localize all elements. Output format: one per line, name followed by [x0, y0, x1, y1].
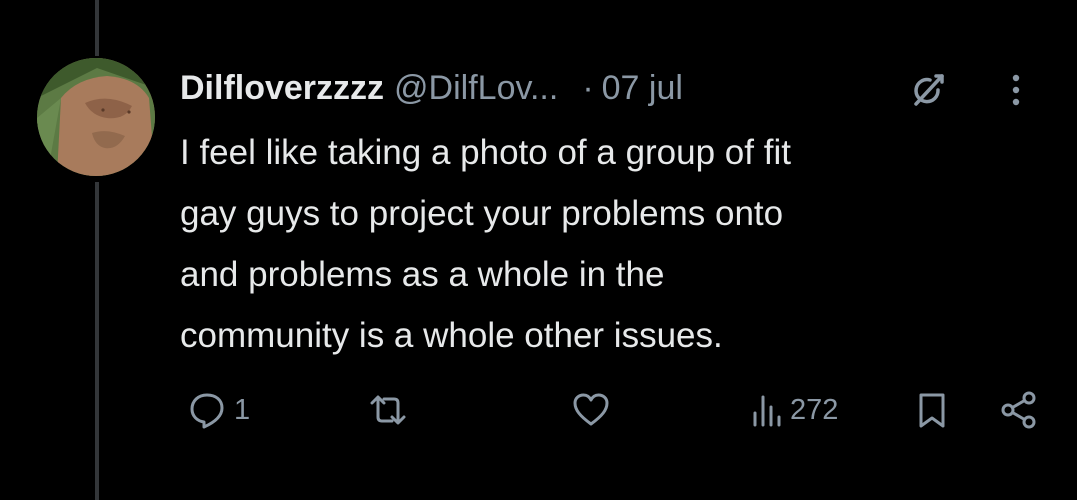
thread-line-top: [95, 0, 99, 56]
share-button[interactable]: [998, 388, 1040, 432]
user-handle[interactable]: @DilfLov...: [394, 69, 558, 108]
views-icon: [753, 395, 781, 427]
bookmark-button[interactable]: [914, 388, 950, 432]
reply-button[interactable]: 1: [186, 388, 250, 432]
reply-count: 1: [234, 393, 251, 426]
avatar[interactable]: [37, 58, 155, 176]
views-count: 272: [790, 393, 839, 426]
views-button[interactable]: 272: [750, 388, 838, 432]
like-icon: [573, 393, 609, 426]
retweet-button[interactable]: [366, 388, 416, 432]
tweet-header: Dilfloverzzzz @DilfLov... · 07 jul: [180, 66, 1050, 110]
thread-line-bottom: [95, 182, 99, 500]
tweet-date[interactable]: 07 jul: [602, 69, 683, 108]
action-bar: 1 272: [180, 388, 1050, 432]
display-name[interactable]: Dilfloverzzzz: [180, 69, 384, 108]
tweet-text: I feel like taking a photo of a group of…: [180, 133, 791, 355]
like-button[interactable]: [570, 388, 618, 432]
share-icon: [1001, 391, 1036, 429]
avatar-photo: [37, 58, 155, 176]
more-options-icon[interactable]: [1006, 72, 1026, 108]
grok-icon[interactable]: [908, 70, 948, 110]
reply-icon: [190, 393, 224, 429]
bookmark-icon: [919, 393, 945, 428]
retweet-icon: [370, 395, 406, 425]
separator-dot: ·: [582, 68, 594, 107]
